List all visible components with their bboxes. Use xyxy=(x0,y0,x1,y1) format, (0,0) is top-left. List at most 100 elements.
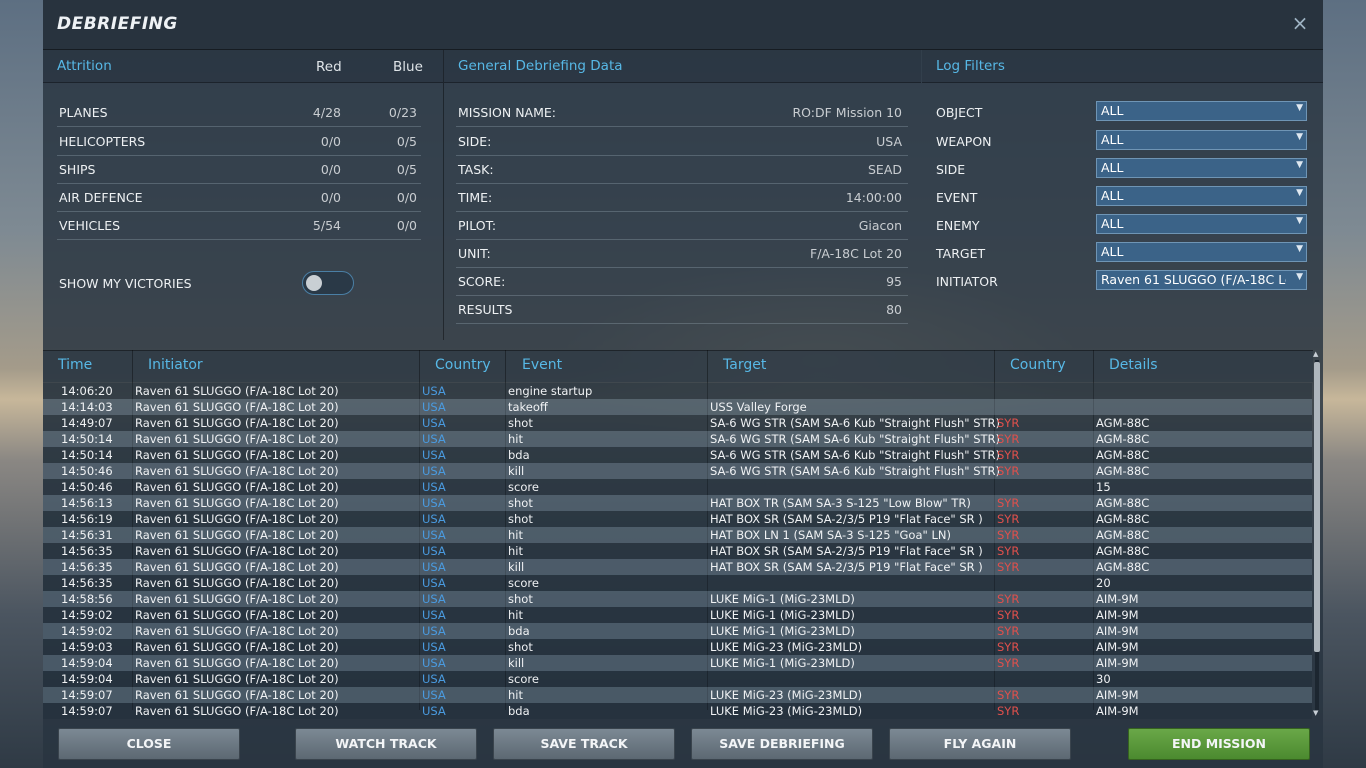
log-initiator: Raven 61 SLUGGO (F/A-18C Lot 20) xyxy=(135,672,339,686)
log-row[interactable]: 14:56:19 Raven 61 SLUGGO (F/A-18C Lot 20)… xyxy=(43,511,1312,527)
log-time: 14:49:07 xyxy=(61,416,113,430)
log-target-country: SYR xyxy=(997,656,1020,670)
title-bar: DEBRIEFING × xyxy=(43,0,1323,50)
log-event: shot xyxy=(508,592,533,606)
end-mission-button[interactable]: END MISSION xyxy=(1128,728,1310,760)
log-initiator: Raven 61 SLUGGO (F/A-18C Lot 20) xyxy=(135,608,339,622)
attrition-row-vehicles: VEHICLES 5/54 0/0 xyxy=(57,211,421,240)
log-row[interactable]: 14:58:56 Raven 61 SLUGGO (F/A-18C Lot 20)… xyxy=(43,591,1312,607)
log-col-event[interactable]: Event xyxy=(522,357,562,373)
log-time: 14:50:46 xyxy=(61,464,113,478)
log-col-time[interactable]: Time xyxy=(58,357,92,373)
chevron-down-icon: ▼ xyxy=(1296,132,1303,142)
log-time: 14:59:02 xyxy=(61,624,113,638)
scroll-thumb[interactable] xyxy=(1314,362,1320,652)
log-row[interactable]: 14:56:35 Raven 61 SLUGGO (F/A-18C Lot 20)… xyxy=(43,575,1312,591)
log-col-target[interactable]: Target xyxy=(723,357,766,373)
log-country: USA xyxy=(422,480,446,494)
log-time: 14:59:03 xyxy=(61,640,113,654)
log-country: USA xyxy=(422,464,446,478)
scroll-up-icon[interactable]: ▲ xyxy=(1313,350,1318,358)
attrition-row-ships: SHIPS 0/0 0/5 xyxy=(57,155,421,184)
log-row[interactable]: 14:50:46 Raven 61 SLUGGO (F/A-18C Lot 20)… xyxy=(43,463,1312,479)
log-target: SA-6 WG STR (SAM SA-6 Kub "Straight Flus… xyxy=(710,448,1001,462)
toggle-knob xyxy=(306,275,322,291)
attrition-label: PLANES xyxy=(59,105,108,120)
log-scrollbar[interactable]: ▲ ▼ xyxy=(1313,350,1321,718)
filter-weapon-dropdown[interactable]: ALL ▼ xyxy=(1096,130,1307,150)
log-details: AGM-88C xyxy=(1096,528,1150,542)
filter-enemy-dropdown[interactable]: ALL ▼ xyxy=(1096,214,1307,234)
log-row[interactable]: 14:50:14 Raven 61 SLUGGO (F/A-18C Lot 20)… xyxy=(43,431,1312,447)
filter-value: ALL xyxy=(1101,160,1124,175)
close-button[interactable]: CLOSE xyxy=(58,728,240,760)
filter-label: OBJECT xyxy=(936,105,983,120)
attrition-red: 0/0 xyxy=(320,190,341,205)
log-target-country: SYR xyxy=(997,624,1020,638)
log-col-target-country[interactable]: Country xyxy=(1010,357,1066,373)
log-row[interactable]: 14:50:14 Raven 61 SLUGGO (F/A-18C Lot 20)… xyxy=(43,447,1312,463)
show-victories-toggle[interactable] xyxy=(302,271,354,295)
debriefing-window: DEBRIEFING × Attrition Red Blue General … xyxy=(43,0,1323,768)
filter-event-row: EVENT xyxy=(934,183,1084,211)
fly-again-button[interactable]: FLY AGAIN xyxy=(889,728,1071,760)
log-row[interactable]: 14:59:07 Raven 61 SLUGGO (F/A-18C Lot 20)… xyxy=(43,703,1312,719)
log-row[interactable]: 14:56:35 Raven 61 SLUGGO (F/A-18C Lot 20)… xyxy=(43,559,1312,575)
log-row[interactable]: 14:56:13 Raven 61 SLUGGO (F/A-18C Lot 20)… xyxy=(43,495,1312,511)
log-col-details[interactable]: Details xyxy=(1109,357,1158,373)
log-row[interactable]: 14:49:07 Raven 61 SLUGGO (F/A-18C Lot 20)… xyxy=(43,415,1312,431)
log-country: USA xyxy=(422,512,446,526)
log-row[interactable]: 14:56:35 Raven 61 SLUGGO (F/A-18C Lot 20)… xyxy=(43,543,1312,559)
log-country: USA xyxy=(422,544,446,558)
log-country: USA xyxy=(422,704,446,718)
log-target-country: SYR xyxy=(997,592,1020,606)
log-row[interactable]: 14:59:02 Raven 61 SLUGGO (F/A-18C Lot 20)… xyxy=(43,623,1312,639)
attrition-red: 5/54 xyxy=(312,218,341,233)
chevron-down-icon: ▼ xyxy=(1296,272,1303,282)
filter-initiator-dropdown[interactable]: Raven 61 SLUGGO (F/A-18C Lot ▼ xyxy=(1096,270,1307,290)
log-target: HAT BOX SR (SAM SA-2/3/5 P19 "Flat Face"… xyxy=(710,560,983,574)
log-row[interactable]: 14:06:20 Raven 61 SLUGGO (F/A-18C Lot 20)… xyxy=(43,383,1312,399)
filter-side-dropdown[interactable]: ALL ▼ xyxy=(1096,158,1307,178)
watch-track-button[interactable]: WATCH TRACK xyxy=(295,728,477,760)
filter-object-dropdown[interactable]: ALL ▼ xyxy=(1096,101,1307,121)
attrition-label: HELICOPTERS xyxy=(59,134,146,149)
log-details: AIM-9M xyxy=(1096,608,1139,622)
log-col-initiator[interactable]: Initiator xyxy=(148,357,203,373)
close-icon[interactable]: × xyxy=(1289,11,1311,35)
log-row[interactable]: 14:14:03 Raven 61 SLUGGO (F/A-18C Lot 20)… xyxy=(43,399,1312,415)
log-row[interactable]: 14:50:46 Raven 61 SLUGGO (F/A-18C Lot 20)… xyxy=(43,479,1312,495)
log-col-country[interactable]: Country xyxy=(435,357,491,373)
log-time: 14:59:04 xyxy=(61,656,113,670)
log-time: 14:56:31 xyxy=(61,528,113,542)
log-row[interactable]: 14:56:31 Raven 61 SLUGGO (F/A-18C Lot 20)… xyxy=(43,527,1312,543)
attrition-red: 4/28 xyxy=(312,105,341,120)
log-details: AGM-88C xyxy=(1096,432,1150,446)
log-initiator: Raven 61 SLUGGO (F/A-18C Lot 20) xyxy=(135,384,339,398)
log-row[interactable]: 14:59:03 Raven 61 SLUGGO (F/A-18C Lot 20)… xyxy=(43,639,1312,655)
log-row[interactable]: 14:59:07 Raven 61 SLUGGO (F/A-18C Lot 20)… xyxy=(43,687,1312,703)
save-track-button[interactable]: SAVE TRACK xyxy=(493,728,675,760)
log-country: USA xyxy=(422,416,446,430)
general-label: TASK: xyxy=(458,162,494,177)
log-initiator: Raven 61 SLUGGO (F/A-18C Lot 20) xyxy=(135,448,339,462)
chevron-down-icon: ▼ xyxy=(1296,103,1303,113)
save-debriefing-button[interactable]: SAVE DEBRIEFING xyxy=(691,728,873,760)
filter-target-dropdown[interactable]: ALL ▼ xyxy=(1096,242,1307,262)
filter-event-dropdown[interactable]: ALL ▼ xyxy=(1096,186,1307,206)
log-row[interactable]: 14:59:04 Raven 61 SLUGGO (F/A-18C Lot 20)… xyxy=(43,655,1312,671)
log-details: AGM-88C xyxy=(1096,464,1150,478)
log-initiator: Raven 61 SLUGGO (F/A-18C Lot 20) xyxy=(135,576,339,590)
log-time: 14:59:02 xyxy=(61,608,113,622)
attrition-row-helicopters: HELICOPTERS 0/0 0/5 xyxy=(57,127,421,156)
log-details: AGM-88C xyxy=(1096,560,1150,574)
scroll-down-icon[interactable]: ▼ xyxy=(1313,709,1318,717)
log-row[interactable]: 14:59:02 Raven 61 SLUGGO (F/A-18C Lot 20)… xyxy=(43,607,1312,623)
log-row[interactable]: 14:59:04 Raven 61 SLUGGO (F/A-18C Lot 20)… xyxy=(43,671,1312,687)
log-details: 20 xyxy=(1096,576,1111,590)
filter-side-row: SIDE xyxy=(934,155,1084,183)
filter-label: EVENT xyxy=(936,190,978,205)
log-time: 14:14:03 xyxy=(61,400,113,414)
log-target: USS Valley Forge xyxy=(710,400,807,414)
log-event: hit xyxy=(508,544,523,558)
